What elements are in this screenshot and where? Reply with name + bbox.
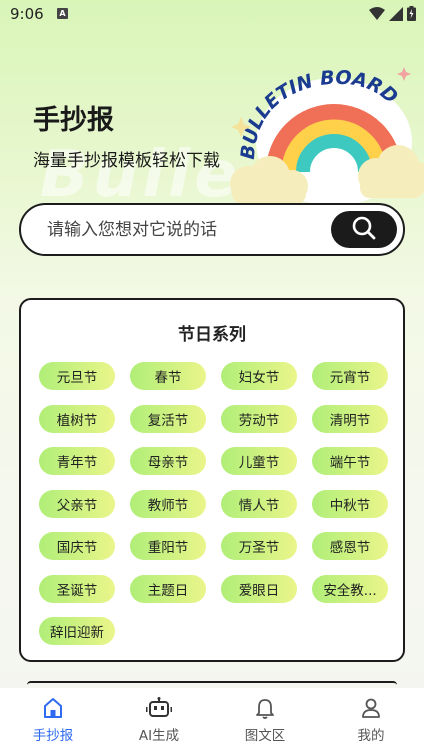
festival-tag[interactable]: 春节: [130, 362, 206, 390]
user-icon: [358, 696, 384, 720]
wifi-icon: [369, 6, 385, 25]
festival-tag[interactable]: 万圣节: [221, 532, 297, 560]
nav-item-ai[interactable]: AI生成: [106, 688, 212, 753]
festival-tag[interactable]: 清明节: [312, 404, 388, 433]
festival-tag[interactable]: 劳动节: [221, 404, 297, 433]
festival-tag[interactable]: 安全教...: [312, 574, 388, 603]
nav-item-home[interactable]: 手抄报: [0, 688, 106, 753]
festival-tag[interactable]: 圣诞节: [39, 574, 115, 603]
festival-tag[interactable]: 妇女节: [221, 362, 297, 390]
festival-tag[interactable]: 母亲节: [130, 447, 206, 475]
accessibility-icon: A: [57, 8, 68, 19]
nav-label: AI生成: [138, 728, 180, 744]
bell-icon: [252, 696, 278, 720]
bulletin-board-illustration: BULLETIN BOARD: [226, 60, 424, 210]
nav-label: 图文区: [244, 728, 286, 744]
nav-label: 我的: [357, 728, 385, 744]
search-bar: [19, 203, 405, 256]
status-bar: 9:06 A: [0, 0, 424, 30]
search-icon: [351, 215, 377, 245]
festival-tag[interactable]: 中秋节: [312, 489, 388, 518]
festival-tag[interactable]: 爱眼日: [221, 574, 297, 603]
nav-item-gallery[interactable]: 图文区: [212, 688, 318, 753]
festival-tag[interactable]: 教师节: [130, 489, 206, 518]
festival-tag[interactable]: 感恩节: [312, 532, 388, 560]
home-icon: [40, 696, 66, 720]
festival-tag[interactable]: 元宵节: [312, 362, 388, 390]
section-title: 节日系列: [178, 325, 246, 345]
festival-tag[interactable]: 重阳节: [130, 532, 206, 560]
festival-tag[interactable]: 情人节: [221, 489, 297, 518]
festival-tag[interactable]: 植树节: [39, 404, 115, 433]
nav-item-profile[interactable]: 我的: [318, 688, 424, 753]
battery-icon: [407, 6, 416, 25]
festival-tag[interactable]: 国庆节: [39, 532, 115, 560]
festival-tag[interactable]: 元旦节: [39, 362, 115, 390]
robot-icon: [146, 696, 172, 720]
festival-tag[interactable]: 主题日: [130, 574, 206, 603]
status-time: 9:06: [10, 5, 44, 23]
festival-tag-grid: 元旦节 春节 妇女节 元宵节 植树节 复活节 劳动节 清明节 青年节 母亲节 儿…: [39, 362, 389, 645]
nav-label: 手抄报: [32, 728, 74, 744]
festival-tag[interactable]: 儿童节: [221, 447, 297, 475]
festival-tag[interactable]: 青年节: [39, 447, 115, 475]
page-title: 手抄报: [33, 105, 114, 136]
festival-category-card: 节日系列 元旦节 春节 妇女节 元宵节 植树节 复活节 劳动节 清明节 青年节 …: [19, 298, 405, 662]
bottom-nav: 手抄报 AI生成 图文区 我的: [0, 688, 424, 753]
search-button[interactable]: [331, 211, 397, 248]
next-card-edge: [27, 681, 397, 685]
search-input[interactable]: [47, 217, 327, 243]
festival-tag[interactable]: 辞旧迎新: [39, 617, 115, 645]
page-subtitle: 海量手抄报模板轻松下载: [33, 151, 220, 171]
festival-tag[interactable]: 复活节: [130, 404, 206, 433]
status-icons: [369, 6, 416, 25]
festival-tag[interactable]: 端午节: [312, 447, 388, 475]
festival-tag[interactable]: 父亲节: [39, 489, 115, 518]
signal-icon: [389, 6, 403, 25]
